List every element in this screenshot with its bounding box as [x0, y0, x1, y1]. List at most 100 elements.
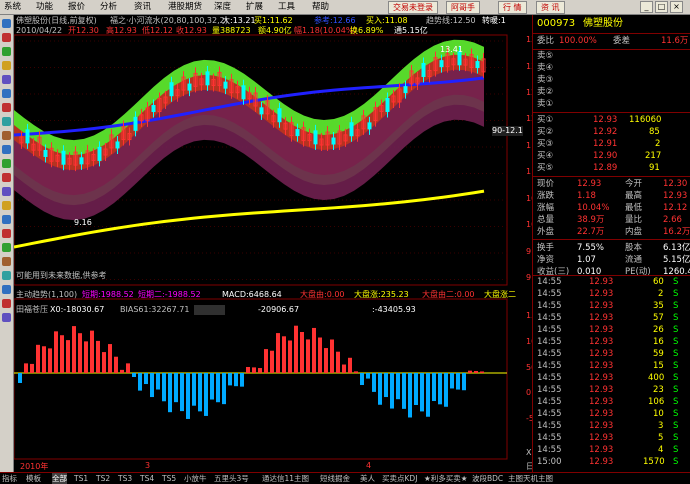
minimize-icon[interactable]: _	[640, 1, 653, 13]
menu-system[interactable]: 系统	[4, 1, 21, 13]
tool-icon[interactable]	[2, 131, 11, 140]
histogram-bar	[342, 364, 346, 373]
news-icon[interactable]	[2, 145, 11, 154]
info-icon[interactable]	[2, 117, 11, 126]
formula-tab[interactable]: TS4	[140, 473, 154, 484]
formula-tab[interactable]: TS3	[118, 473, 132, 484]
market-button[interactable]: 行 情	[498, 1, 527, 14]
formula-tab[interactable]: TS1	[74, 473, 88, 484]
histogram-bar	[156, 373, 160, 390]
menu-news[interactable]: 资讯	[134, 1, 151, 13]
histogram-bar	[240, 373, 244, 387]
buy-row[interactable]: 买④ 12.90 217	[533, 151, 690, 162]
menu-help[interactable]: 帮助	[312, 1, 329, 13]
sell-row[interactable]: 卖⑤	[533, 51, 690, 62]
sell-row[interactable]: 卖④	[533, 63, 690, 74]
histogram-bar	[444, 373, 448, 407]
menu-function[interactable]: 功能	[36, 1, 53, 13]
news-button[interactable]: 资 讯	[536, 1, 565, 14]
candle-body	[133, 116, 138, 131]
agent-button[interactable]: 阿哥手	[446, 1, 480, 14]
sell-label: 卖③	[537, 75, 554, 85]
candle-body	[403, 86, 408, 94]
menu-analysis[interactable]: 分析	[100, 1, 117, 13]
menu-tools[interactable]: 工具	[278, 1, 295, 13]
menu-hk-futures[interactable]: 港股期货	[168, 1, 202, 13]
bell-icon[interactable]	[2, 201, 11, 210]
stat-value: 12.93	[577, 179, 602, 189]
alert-icon[interactable]	[2, 103, 11, 112]
formula-tab[interactable]: ★利多买卖★	[424, 473, 467, 484]
formula-tab[interactable]: TS5	[162, 473, 176, 484]
kline-chart[interactable]: 佛塑股份(日线,前复权) 福之·小河流水(20,80,100,32,2) 大:1…	[14, 15, 551, 472]
formula-tab[interactable]: 通达信11主图	[262, 473, 309, 484]
tick-price: 12.93	[589, 373, 614, 383]
histogram-bar	[360, 373, 364, 386]
stat-label: 今开	[625, 179, 643, 189]
formula-tab[interactable]: TS2	[96, 473, 110, 484]
settings-icon[interactable]	[2, 257, 11, 266]
maximize-icon[interactable]: □	[655, 1, 668, 13]
bookmark-icon[interactable]	[2, 215, 11, 224]
formula-tab[interactable]: 模板	[26, 473, 41, 484]
ind1-big-rise2: 大盘涨二	[484, 290, 516, 299]
tick-volume: 400	[648, 373, 665, 383]
formula-tab[interactable]: 买卖点KDJ	[382, 473, 417, 484]
stat-row: 净资 1.07 流通 5.15亿	[533, 255, 690, 266]
star-icon[interactable]	[2, 61, 11, 70]
formula-tab[interactable]: 指标	[2, 473, 17, 484]
stock-name: 佛塑股份	[583, 18, 623, 29]
tick-time: 14:55	[537, 373, 562, 383]
sell-row[interactable]: 卖①	[533, 99, 690, 110]
close-icon[interactable]: ×	[670, 1, 683, 13]
histogram-bar	[336, 351, 340, 373]
search-icon[interactable]	[2, 89, 11, 98]
sell-row[interactable]: 卖③	[533, 75, 690, 86]
user-icon[interactable]	[2, 285, 11, 294]
flag-icon[interactable]	[2, 173, 11, 182]
stat-label: 净资	[537, 255, 555, 265]
table-icon[interactable]	[2, 243, 11, 252]
formula-tab[interactable]: 全部	[52, 473, 67, 484]
formula-tab[interactable]: 短线掘金	[320, 473, 350, 484]
home-icon[interactable]	[2, 19, 11, 28]
lock-icon[interactable]	[2, 299, 11, 308]
histogram-bar	[180, 373, 184, 412]
tick-price: 12.93	[589, 301, 614, 311]
menu-depth[interactable]: 深度	[214, 1, 231, 13]
grid-icon[interactable]	[2, 75, 11, 84]
candle-body	[43, 149, 48, 157]
buy-row[interactable]: 买② 12.92 85	[533, 127, 690, 138]
formula-tab-bar: 指标 模板 全部 TS1 TS2 TS3 TS4 TS5 小放牛 五里头3号 通达信11主图 短线掘金…	[0, 472, 690, 484]
window-icon[interactable]	[2, 313, 11, 322]
divider	[533, 275, 690, 276]
buy-row[interactable]: 买⑤ 12.89 91	[533, 163, 690, 174]
pin-icon[interactable]	[2, 229, 11, 238]
x-month-label: 4	[366, 461, 372, 470]
login-button[interactable]: 交易未登录	[388, 1, 438, 14]
stat-label: 涨跌	[537, 191, 555, 201]
formula-tab[interactable]: 美人	[360, 473, 375, 484]
formula-tab[interactable]: 主图天机主图	[508, 473, 553, 484]
formula-tab[interactable]: 波段BDC	[472, 473, 503, 484]
stat-value: 12.93	[663, 191, 688, 201]
divider	[533, 239, 690, 240]
formula-tab[interactable]: 五里头3号	[214, 473, 249, 484]
formula-tab[interactable]: 小放牛	[184, 473, 207, 484]
high-price-label: 13.41	[440, 45, 463, 54]
buy-row[interactable]: 买① 12.93 116060	[533, 115, 690, 126]
stat-value: 7.55%	[577, 243, 605, 253]
doc-icon[interactable]	[2, 159, 11, 168]
tick-time: 14:55	[537, 289, 562, 299]
chart-icon[interactable]	[2, 33, 11, 42]
menu-extend[interactable]: 扩展	[246, 1, 263, 13]
list-icon[interactable]	[2, 47, 11, 56]
tick-flag: S	[673, 349, 679, 359]
layers-icon[interactable]	[2, 187, 11, 196]
buy-row[interactable]: 买③ 12.91 2	[533, 139, 690, 150]
menu-quote[interactable]: 报价	[68, 1, 85, 13]
divider	[533, 112, 690, 113]
tick-price: 12.93	[589, 313, 614, 323]
sell-row[interactable]: 卖②	[533, 87, 690, 98]
calc-icon[interactable]	[2, 271, 11, 280]
